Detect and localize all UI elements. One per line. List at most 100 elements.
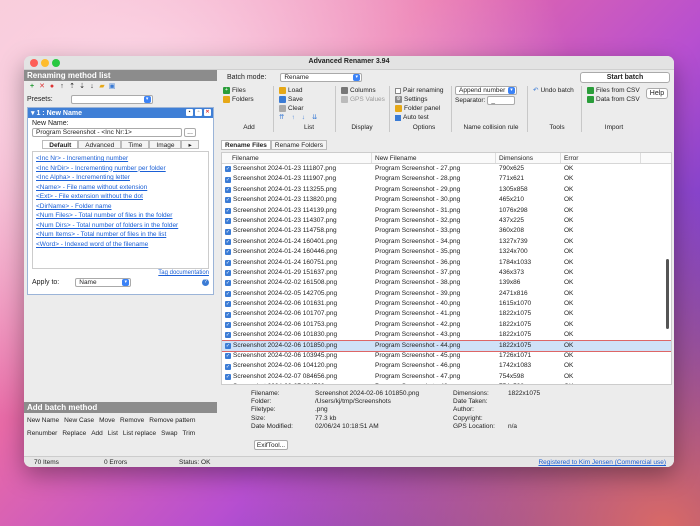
presets-select[interactable]: ▾: [70, 94, 153, 104]
table-row[interactable]: ✓ Screenshot 2024-01-29 151637.png Program…: [222, 268, 671, 278]
load-button[interactable]: Load: [279, 86, 317, 95]
row-checkbox[interactable]: ✓: [225, 197, 231, 204]
tab-default[interactable]: Default: [42, 140, 79, 149]
table-row[interactable]: ✓ Screenshot 2024-02-06 101631.png Program…: [222, 299, 671, 309]
row-checkbox[interactable]: ✓: [225, 332, 231, 339]
folder-panel-button[interactable]: Folder panel: [395, 104, 443, 113]
tab-rename-files[interactable]: Rename Files: [221, 140, 271, 150]
pair-renaming-checkbox[interactable]: [395, 87, 401, 94]
row-checkbox[interactable]: ✓: [225, 342, 231, 349]
row-checkbox[interactable]: ✓: [225, 186, 231, 193]
row-checkbox[interactable]: ✓: [225, 218, 231, 225]
tab-image[interactable]: Image: [149, 140, 182, 149]
col-new-filename[interactable]: New Filename: [372, 153, 496, 163]
settings-button[interactable]: ⚙ Settings: [395, 95, 443, 104]
batch-mode-select[interactable]: Rename ▾: [280, 73, 363, 82]
separator-input[interactable]: _: [487, 96, 516, 105]
table-row[interactable]: ✓ Screenshot 2024-01-23 111807.png Program…: [222, 164, 671, 174]
table-row[interactable]: ✓ Screenshot 2024-02-06 104120.png Program…: [222, 361, 671, 371]
pair-renaming-toggle[interactable]: Pair renaming: [395, 86, 443, 95]
remove-method-icon[interactable]: ✕: [38, 83, 46, 91]
arrow-up-icon[interactable]: ↑: [58, 83, 66, 91]
row-checkbox[interactable]: ✓: [225, 384, 231, 385]
row-checkbox[interactable]: ✓: [225, 176, 231, 183]
col-dimensions[interactable]: Dimensions: [496, 153, 561, 163]
table-row[interactable]: ✓ Screenshot 2024-01-24 160751.png Program…: [222, 258, 671, 268]
tag-documentation-link[interactable]: Tag documentation: [32, 270, 209, 276]
tag-picker-button[interactable]: ...: [184, 128, 196, 137]
method-title[interactable]: ▾ 1 : New Name ▪ ▫ ✕: [28, 108, 213, 118]
record-icon[interactable]: ●: [48, 83, 56, 91]
table-row[interactable]: ✓ Screenshot 2024-01-23 113255.png Program…: [222, 185, 671, 195]
row-checkbox[interactable]: ✓: [225, 280, 231, 287]
batch-new-name[interactable]: New Name: [27, 416, 59, 425]
tag-link[interactable]: <Name> - File name without extension: [36, 183, 205, 193]
copy-icon[interactable]: ▫: [195, 109, 202, 116]
gps-values-button[interactable]: GPS Values: [341, 95, 385, 104]
add-folders-button[interactable]: Folders: [223, 95, 254, 104]
more-tabs-icon[interactable]: ▸: [181, 140, 199, 149]
registration-link[interactable]: Registered to Kim Jensen (Commercial use…: [538, 457, 666, 467]
table-row[interactable]: ✓ Screenshot 2024-01-23 114758.png Program…: [222, 226, 671, 236]
tag-link[interactable]: <Inc NrDir> - Incrementing number per fo…: [36, 164, 205, 174]
folder-icon[interactable]: ▰: [98, 83, 106, 91]
arrow-down-icon[interactable]: ↓: [88, 83, 96, 91]
collision-rule-select[interactable]: Append number ▾: [455, 86, 517, 95]
table-row[interactable]: ✓ Screenshot 2024-02-02 161508.png Program…: [222, 278, 671, 288]
undo-batch-button[interactable]: ↶ Undo batch: [533, 86, 574, 95]
batch-remove-pattern[interactable]: Remove pattern: [149, 416, 195, 425]
tag-link[interactable]: <Ext> - File extension without the dot: [36, 192, 205, 202]
row-checkbox[interactable]: ✓: [225, 363, 231, 370]
table-scrollbar[interactable]: [666, 259, 669, 329]
batch-new-case[interactable]: New Case: [64, 416, 94, 425]
batch-move[interactable]: Move: [99, 416, 115, 425]
toggle-icon[interactable]: ▪: [186, 109, 193, 116]
move-top-icon[interactable]: ⇈: [279, 113, 284, 122]
tag-link[interactable]: <Num Files> - Total number of files in t…: [36, 211, 205, 221]
table-row[interactable]: ✓ Screenshot 2024-01-24 160401.png Program…: [222, 237, 671, 247]
table-row[interactable]: ✓Screenshot 2024-02-07 084720.png Program…: [222, 382, 671, 385]
row-checkbox[interactable]: ✓: [225, 166, 231, 173]
tag-link[interactable]: <Inc Nr> - Incrementing number: [36, 154, 205, 164]
row-checkbox[interactable]: ✓: [225, 290, 231, 297]
exiftool-button[interactable]: ExifTool...: [254, 440, 288, 450]
row-checkbox[interactable]: ✓: [225, 207, 231, 214]
table-row[interactable]: ✓ Screenshot 2024-02-06 101850.png Program…: [222, 339, 671, 353]
batch-replace[interactable]: Replace: [62, 429, 86, 438]
row-checkbox[interactable]: ✓: [225, 228, 231, 235]
batch-list[interactable]: List: [108, 429, 118, 438]
move-up-icon[interactable]: ↑: [291, 113, 294, 122]
save-list-button[interactable]: Save: [279, 95, 317, 104]
save-icon[interactable]: ▣: [108, 83, 116, 91]
columns-button[interactable]: Columns: [341, 86, 385, 95]
row-checkbox[interactable]: ✓: [225, 374, 231, 380]
tag-link[interactable]: <Num Dirs> - Total number of folders in …: [36, 221, 205, 231]
row-checkbox[interactable]: ✓: [225, 259, 231, 266]
tag-link[interactable]: <Num Items> - Total number of files in t…: [36, 230, 205, 240]
move-up-icon[interactable]: ⇡: [68, 83, 76, 91]
row-checkbox[interactable]: ✓: [225, 238, 231, 245]
tag-link[interactable]: <DirName> - Folder name: [36, 202, 205, 212]
new-name-input[interactable]: Program Screenshot - <Inc Nr:1>: [32, 128, 182, 137]
row-checkbox[interactable]: ✓: [225, 270, 231, 277]
row-checkbox[interactable]: ✓: [225, 301, 231, 308]
help-icon[interactable]: ?: [202, 279, 209, 286]
tab-time[interactable]: Time: [121, 140, 150, 149]
row-checkbox[interactable]: ✓: [225, 353, 231, 360]
files-from-csv-button[interactable]: Files from CSV: [587, 86, 640, 95]
auto-test-toggle[interactable]: Auto test: [395, 113, 443, 122]
add-files-button[interactable]: + Files: [223, 86, 254, 95]
batch-list-replace[interactable]: List replace: [123, 429, 156, 438]
add-method-icon[interactable]: +: [28, 83, 36, 91]
batch-renumber[interactable]: Renumber: [27, 429, 57, 438]
table-row[interactable]: ✓ Screenshot 2024-01-23 114139.png Program…: [222, 206, 671, 216]
auto-test-checkbox[interactable]: [395, 114, 401, 121]
delete-method-icon[interactable]: ✕: [204, 109, 211, 116]
apply-to-select[interactable]: Name ▾: [75, 278, 132, 287]
table-row[interactable]: ✓ Screenshot 2024-02-06 101830.png Program…: [222, 330, 671, 340]
tag-link[interactable]: <Word> - Indexed word of the filename: [36, 240, 205, 250]
table-row[interactable]: ✓ Screenshot 2024-02-06 101707.png Program…: [222, 309, 671, 319]
row-checkbox[interactable]: ✓: [225, 322, 231, 329]
batch-trim[interactable]: Trim: [182, 429, 195, 438]
tab-advanced[interactable]: Advanced: [78, 140, 122, 149]
